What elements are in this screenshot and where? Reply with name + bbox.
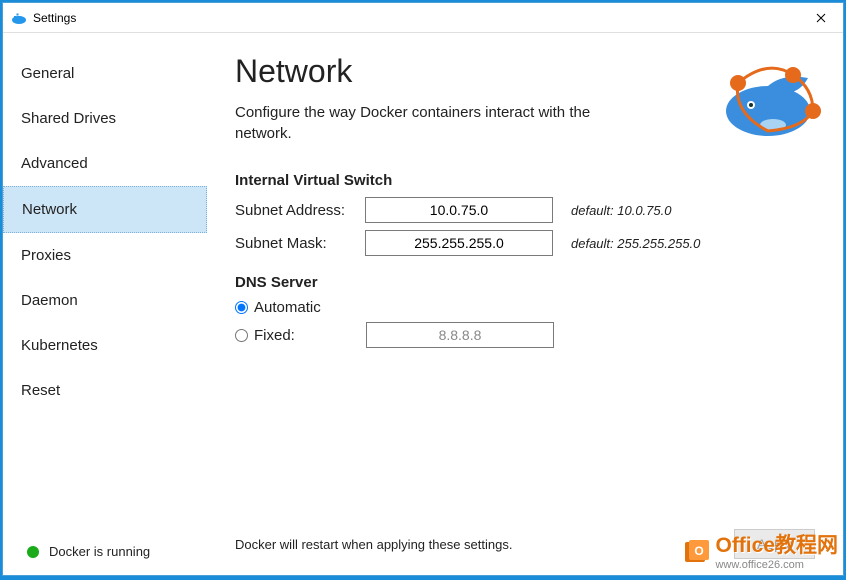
window-body: General Shared Drives Advanced Network P…	[3, 33, 843, 575]
settings-window: Settings General Shared Drives Advanced …	[2, 2, 844, 576]
subnet-address-row: Subnet Address: default: 10.0.75.0	[235, 197, 815, 223]
status-indicator-icon	[27, 546, 39, 558]
apply-button[interactable]: Apply	[734, 529, 815, 559]
subnet-mask-label: Subnet Mask:	[235, 235, 365, 252]
sidebar-item-kubernetes[interactable]: Kubernetes	[3, 323, 207, 368]
sidebar-item-reset[interactable]: Reset	[3, 368, 207, 413]
subnet-address-default: default: 10.0.75.0	[571, 203, 671, 218]
sidebar-item-network[interactable]: Network	[3, 186, 207, 233]
sidebar-item-shared-drives[interactable]: Shared Drives	[3, 96, 207, 141]
close-button[interactable]	[798, 3, 843, 32]
dns-fixed-input[interactable]	[366, 322, 554, 348]
dns-fixed-radio[interactable]	[235, 329, 248, 342]
subnet-mask-input[interactable]	[365, 230, 553, 256]
subnet-mask-row: Subnet Mask: default: 255.255.255.0	[235, 230, 815, 256]
page-subtitle: Configure the way Docker containers inte…	[235, 102, 615, 144]
subnet-mask-default: default: 255.255.255.0	[571, 236, 700, 251]
close-icon	[816, 13, 826, 23]
sidebar-item-advanced[interactable]: Advanced	[3, 141, 207, 186]
docker-icon	[11, 10, 27, 26]
ivs-header: Internal Virtual Switch	[235, 172, 815, 189]
dns-automatic-label: Automatic	[254, 299, 366, 316]
subnet-address-label: Subnet Address:	[235, 202, 365, 219]
titlebar: Settings	[3, 3, 843, 33]
status-text: Docker is running	[49, 544, 150, 559]
status-row: Docker is running	[3, 530, 207, 575]
dns-automatic-row: Automatic	[235, 299, 815, 316]
sidebar-item-daemon[interactable]: Daemon	[3, 278, 207, 323]
restart-note: Docker will restart when applying these …	[235, 537, 734, 552]
dns-fixed-label: Fixed:	[254, 327, 366, 344]
dns-header: DNS Server	[235, 274, 815, 291]
sidebar: General Shared Drives Advanced Network P…	[3, 33, 207, 575]
footer-row: Docker will restart when applying these …	[235, 529, 815, 559]
docker-whale-icon	[713, 53, 823, 143]
sidebar-item-general[interactable]: General	[3, 51, 207, 96]
window-title: Settings	[33, 11, 798, 25]
dns-fixed-row: Fixed:	[235, 322, 815, 348]
dns-automatic-radio[interactable]	[235, 301, 248, 314]
subnet-address-input[interactable]	[365, 197, 553, 223]
sidebar-item-proxies[interactable]: Proxies	[3, 233, 207, 278]
main-panel: Network Configure the way Docker contain…	[207, 33, 843, 575]
